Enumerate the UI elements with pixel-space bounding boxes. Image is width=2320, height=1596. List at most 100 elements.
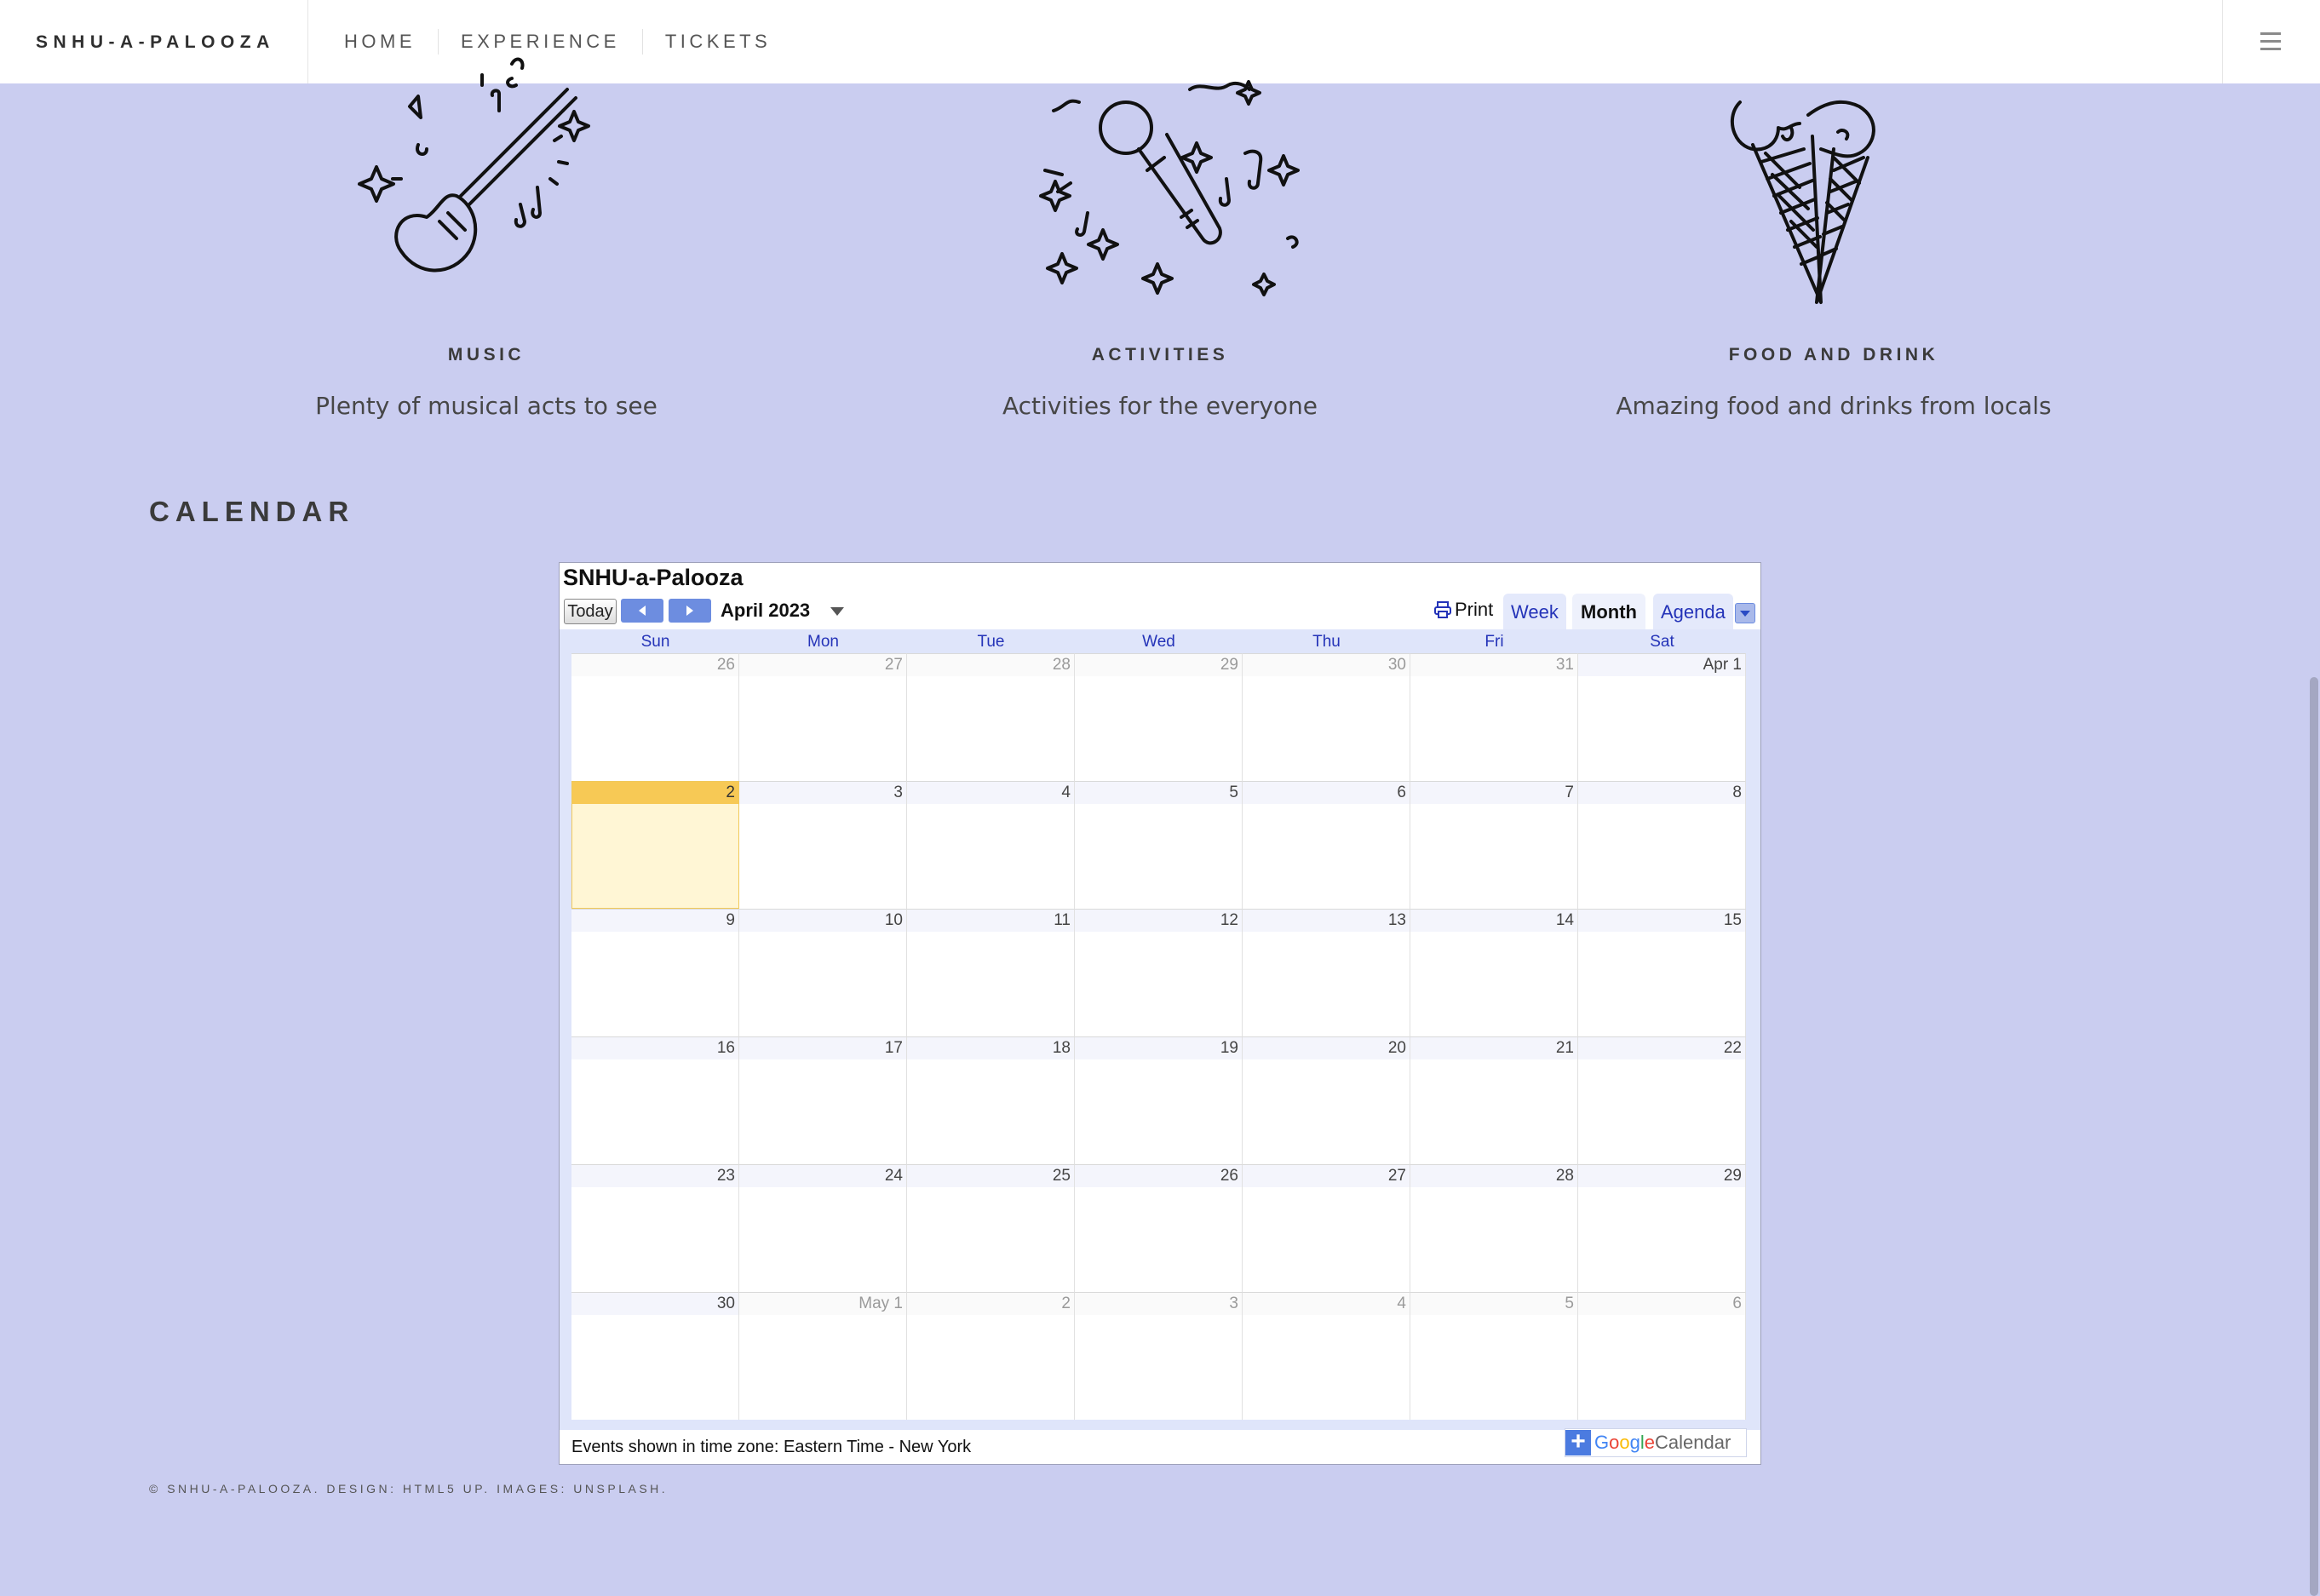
day-cell[interactable]: 6 (1578, 1292, 1746, 1420)
day-number: 3 (1075, 1293, 1242, 1315)
weekday-label: Wed (1142, 633, 1175, 651)
day-cell[interactable]: 16 (571, 1036, 739, 1164)
day-cell[interactable]: 25 (907, 1164, 1075, 1292)
day-cell[interactable]: 21 (1410, 1036, 1578, 1164)
chevron-right-icon (686, 606, 693, 616)
day-number: 16 (571, 1037, 738, 1059)
day-cell[interactable]: 13 (1243, 909, 1410, 1036)
today-button[interactable]: Today (564, 599, 617, 624)
printer-icon (1434, 601, 1451, 618)
print-label: Print (1455, 599, 1494, 620)
day-number: 17 (739, 1037, 906, 1059)
next-month-button[interactable] (669, 599, 711, 623)
day-number: 27 (1243, 1165, 1410, 1187)
day-cell[interactable]: 29 (1578, 1164, 1746, 1292)
prev-month-button[interactable] (621, 599, 663, 623)
day-number: 30 (571, 1293, 738, 1315)
day-number: 5 (1410, 1293, 1577, 1315)
day-cell[interactable]: 18 (907, 1036, 1075, 1164)
day-number: 14 (1410, 910, 1577, 932)
day-cell[interactable]: 28 (1410, 1164, 1578, 1292)
day-number: 28 (1410, 1165, 1577, 1187)
weekday-label: Thu (1312, 633, 1341, 651)
day-number: 4 (1243, 1293, 1410, 1315)
day-cell[interactable]: 19 (1075, 1036, 1243, 1164)
day-cell[interactable]: 15 (1578, 909, 1746, 1036)
day-cell[interactable]: 26 (1075, 1164, 1243, 1292)
day-number: May 1 (739, 1293, 906, 1315)
view-options-dropdown[interactable] (1735, 603, 1755, 623)
day-cell[interactable]: 3 (1075, 1292, 1243, 1420)
day-number: 28 (907, 654, 1074, 676)
tab-agenda[interactable]: Agenda (1653, 594, 1733, 629)
day-number: 31 (1410, 654, 1577, 676)
day-cell[interactable]: 30 (571, 1292, 739, 1420)
page-scrollbar-thumb[interactable] (2310, 677, 2318, 1596)
day-number: 10 (739, 910, 906, 932)
day-cell[interactable]: 3 (739, 781, 907, 909)
day-cell[interactable]: 14 (1410, 909, 1578, 1036)
month-dropdown-icon[interactable] (830, 606, 845, 617)
day-cell-today[interactable]: 2 (571, 781, 739, 909)
day-number: 9 (571, 910, 738, 932)
day-cell[interactable]: 11 (907, 909, 1075, 1036)
day-cell[interactable]: 29 (1075, 653, 1243, 781)
day-cell[interactable]: 5 (1410, 1292, 1578, 1420)
day-cell[interactable]: 20 (1243, 1036, 1410, 1164)
current-month-label[interactable]: April 2023 (721, 600, 810, 622)
day-cell[interactable]: 9 (571, 909, 739, 1036)
feature-title: FOOD AND DRINK (1728, 345, 1939, 365)
day-cell[interactable]: 27 (739, 653, 907, 781)
microphone-icon (1039, 80, 1300, 296)
day-number: Apr 1 (1578, 654, 1745, 676)
day-cell[interactable]: 6 (1243, 781, 1410, 909)
day-cell[interactable]: May 1 (739, 1292, 907, 1420)
day-cell[interactable]: 28 (907, 653, 1075, 781)
site-footer: © SNHU-A-PALOOZA. DESIGN: HTML5 UP. IMAG… (149, 1482, 669, 1496)
month-grid: 26 27 28 29 30 31 Apr 1 2 3 4 5 6 7 8 9 10 11 12 13 14 15 16 1… (571, 653, 1749, 1420)
day-number: 22 (1578, 1037, 1745, 1059)
plus-icon: + (1565, 1429, 1591, 1455)
day-cell[interactable]: 5 (1075, 781, 1243, 909)
day-number: 26 (571, 654, 738, 676)
ice-cream-cone-icon (1731, 100, 1875, 304)
day-number: 4 (907, 782, 1074, 804)
day-number: 25 (907, 1165, 1074, 1187)
day-cell[interactable]: 31 (1410, 653, 1578, 781)
section-title-calendar: CALENDAR (149, 496, 355, 527)
day-cell[interactable]: 2 (907, 1292, 1075, 1420)
day-cell[interactable]: 23 (571, 1164, 739, 1292)
day-number: 6 (1243, 782, 1410, 804)
feature-music: MUSIC Plenty of musical acts to see (231, 51, 742, 420)
add-to-google-calendar-button[interactable]: + Google Calendar (1565, 1428, 1747, 1457)
day-number: 7 (1410, 782, 1577, 804)
day-number: 29 (1075, 654, 1242, 676)
day-cell[interactable]: 4 (1243, 1292, 1410, 1420)
day-number: 11 (907, 910, 1074, 932)
day-cell[interactable]: 27 (1243, 1164, 1410, 1292)
tab-month[interactable]: Month (1572, 594, 1645, 629)
day-cell[interactable]: 8 (1578, 781, 1746, 909)
day-cell[interactable]: 22 (1578, 1036, 1746, 1164)
day-number: 23 (571, 1165, 738, 1187)
day-number: 26 (1075, 1165, 1242, 1187)
day-cell[interactable]: 24 (739, 1164, 907, 1292)
day-number: 20 (1243, 1037, 1410, 1059)
print-button[interactable]: Print (1433, 599, 1493, 621)
timezone-note: Events shown in time zone: Eastern Time … (571, 1438, 972, 1456)
tab-week[interactable]: Week (1503, 594, 1566, 629)
day-cell[interactable]: 10 (739, 909, 907, 1036)
day-cell[interactable]: 30 (1243, 653, 1410, 781)
day-cell[interactable]: 26 (571, 653, 739, 781)
day-cell[interactable]: 7 (1410, 781, 1578, 909)
hamburger-menu-icon[interactable] (2223, 0, 2320, 83)
day-number: 13 (1243, 910, 1410, 932)
day-cell[interactable]: Apr 1 (1578, 653, 1746, 781)
day-number: 19 (1075, 1037, 1242, 1059)
day-cell[interactable]: 12 (1075, 909, 1243, 1036)
day-number: 2 (572, 782, 738, 804)
chevron-down-icon (1740, 611, 1750, 617)
day-cell[interactable]: 17 (739, 1036, 907, 1164)
google-calendar-embed: SNHU-a-Palooza Today April 2023 Print We… (559, 562, 1761, 1465)
day-cell[interactable]: 4 (907, 781, 1075, 909)
